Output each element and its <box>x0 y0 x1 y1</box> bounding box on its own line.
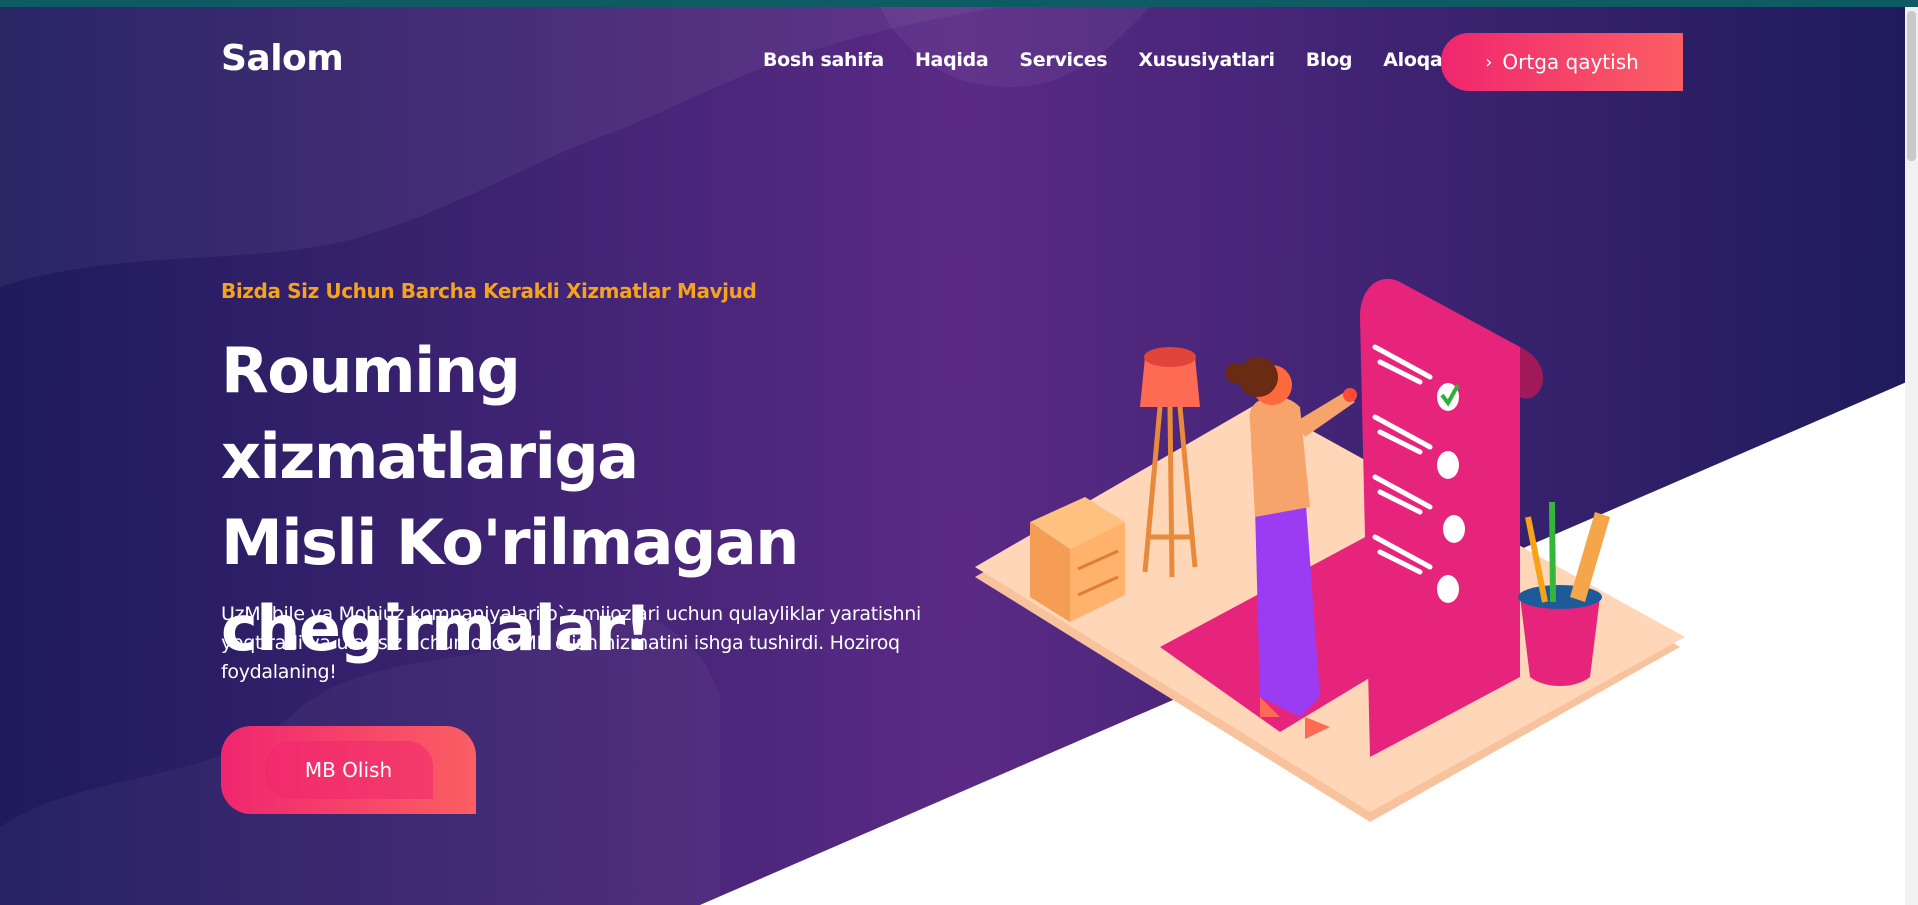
browser-top-strip <box>0 0 1918 7</box>
nav-item-bosh-sahifa[interactable]: Bosh sahifa <box>763 49 884 71</box>
hero-description: UzMobile va Mobiuz kompaniyalari o`z mij… <box>221 603 921 683</box>
nav-item-xususiyatlari[interactable]: Xususiyatlari <box>1138 49 1275 71</box>
site-logo[interactable]: Salom <box>221 38 344 79</box>
nav-item-haqida[interactable]: Haqida <box>915 49 989 71</box>
mb-olish-button[interactable]: MB Olish <box>221 726 476 814</box>
back-button[interactable]: › Ortga qaytish <box>1441 33 1683 91</box>
chevron-right-icon: › <box>1485 51 1493 73</box>
scrollbar-thumb[interactable] <box>1907 11 1916 161</box>
checklist-illustration <box>975 278 1685 822</box>
hero-subtitle: Bizda Siz Uchun Barcha Kerakli Xizmatlar… <box>221 279 757 303</box>
nav-item-blog[interactable]: Blog <box>1306 49 1353 71</box>
pencil-cup-icon <box>1520 597 1600 686</box>
nav-item-services[interactable]: Services <box>1019 49 1107 71</box>
page-scrollbar[interactable] <box>1905 7 1918 905</box>
nav-item-aloqa[interactable]: Aloqa <box>1383 49 1443 71</box>
mb-olish-label: MB Olish <box>304 758 393 782</box>
back-button-label: Ortga qaytish <box>1502 50 1639 74</box>
headline-line-1: Rouming xizmatlariga <box>221 334 639 493</box>
headline-line-2: Misli Ko'rilmagan <box>221 506 799 579</box>
main-nav: Bosh sahifa Haqida Services Xususiyatlar… <box>763 49 1473 71</box>
